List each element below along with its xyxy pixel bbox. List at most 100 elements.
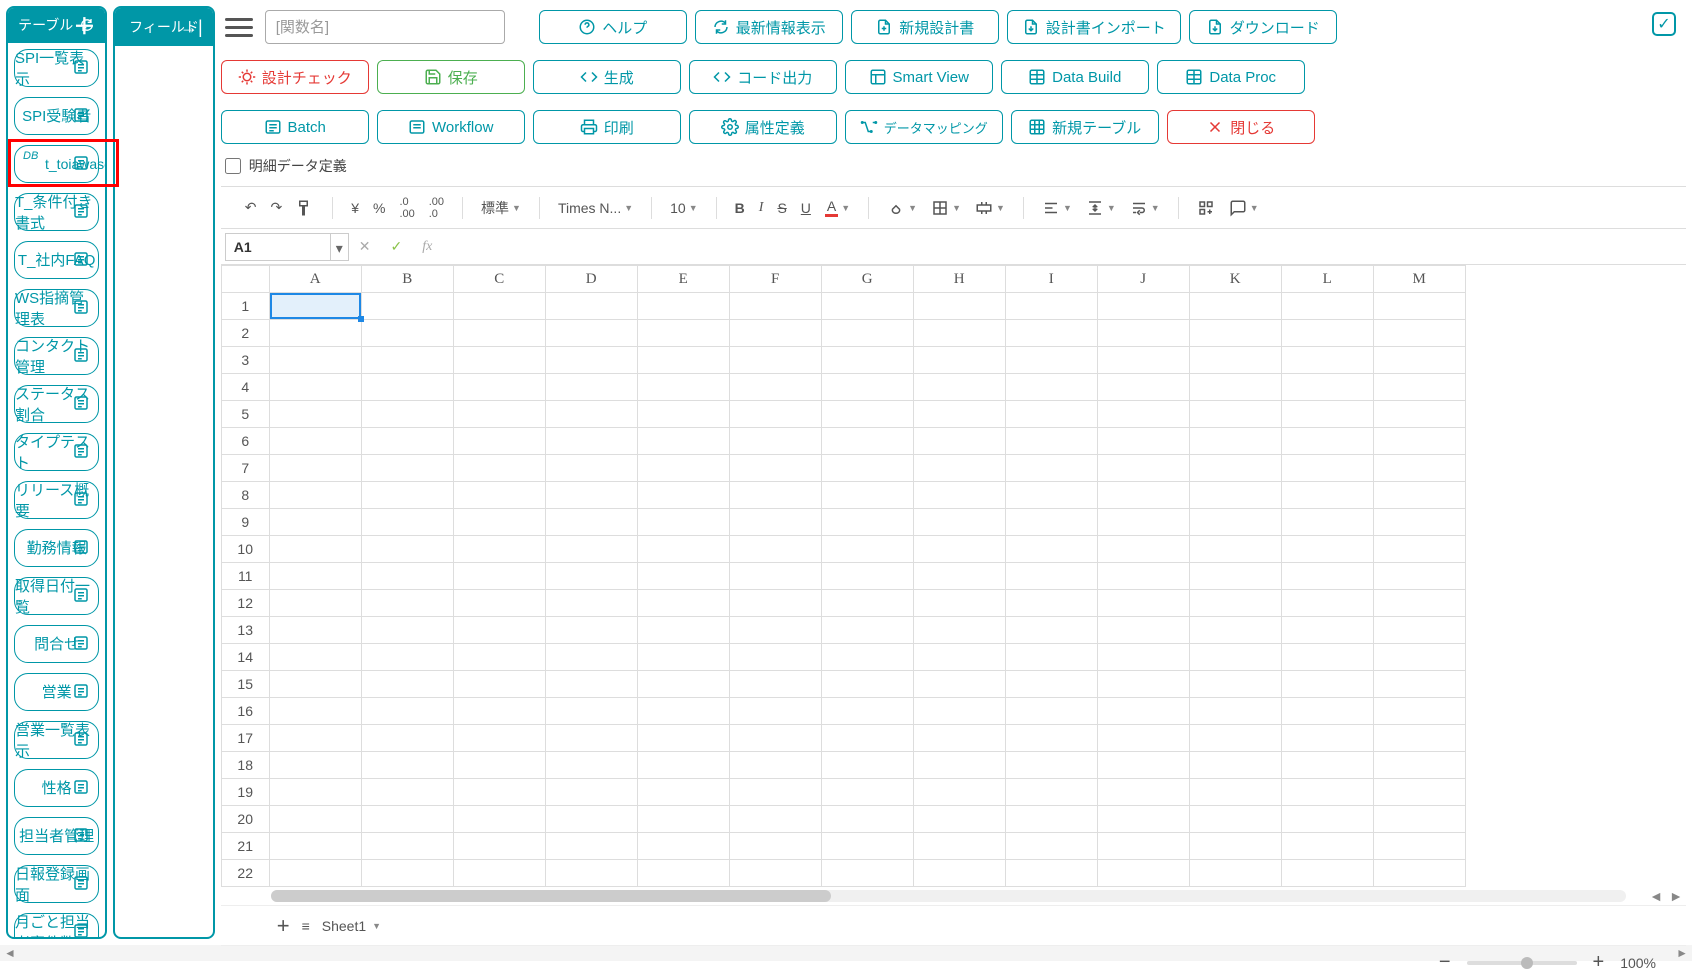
cell[interactable] <box>361 725 453 752</box>
cancel-formula-icon[interactable]: ✕ <box>349 238 381 255</box>
cell[interactable] <box>1373 779 1465 806</box>
cell[interactable] <box>1281 536 1373 563</box>
cell[interactable] <box>1281 374 1373 401</box>
cell[interactable] <box>453 320 545 347</box>
cell[interactable] <box>729 563 821 590</box>
cell[interactable] <box>361 860 453 887</box>
cell[interactable] <box>1373 698 1465 725</box>
cell[interactable] <box>1189 509 1281 536</box>
cell[interactable] <box>637 590 729 617</box>
cell[interactable] <box>453 293 545 320</box>
cell[interactable] <box>361 617 453 644</box>
cell[interactable] <box>453 752 545 779</box>
cell[interactable] <box>361 401 453 428</box>
cell[interactable] <box>821 374 913 401</box>
cell[interactable] <box>637 428 729 455</box>
sheet-list-icon[interactable]: ≡ <box>302 918 310 934</box>
cell[interactable] <box>1373 752 1465 779</box>
cell[interactable] <box>1281 482 1373 509</box>
new-table-button[interactable]: 新規テーブル <box>1011 110 1159 144</box>
row-header[interactable]: 7 <box>221 455 269 482</box>
row-header[interactable]: 19 <box>221 779 269 806</box>
refresh-button[interactable]: 最新情報表示 <box>695 10 843 44</box>
page-scroll-left-icon[interactable]: ◄ <box>4 946 16 960</box>
cell[interactable] <box>913 428 1005 455</box>
table-item[interactable]: 取得日付一覧 <box>14 577 99 615</box>
cell[interactable] <box>1005 833 1097 860</box>
cell[interactable] <box>1189 401 1281 428</box>
help-button[interactable]: ヘルプ <box>539 10 687 44</box>
cell[interactable] <box>913 347 1005 374</box>
detail-icon[interactable] <box>72 490 90 512</box>
cell[interactable] <box>1189 347 1281 374</box>
row-header[interactable]: 16 <box>221 698 269 725</box>
cell[interactable] <box>1189 482 1281 509</box>
cell[interactable] <box>269 563 361 590</box>
cell[interactable] <box>269 725 361 752</box>
accept-formula-icon[interactable]: ✓ <box>380 238 412 255</box>
cell[interactable] <box>269 509 361 536</box>
cell[interactable] <box>637 401 729 428</box>
col-header[interactable]: C <box>453 266 545 293</box>
detail-icon[interactable] <box>72 202 90 224</box>
cell[interactable] <box>637 617 729 644</box>
table-item[interactable]: ステータス割合 <box>14 385 99 423</box>
cell[interactable] <box>1281 617 1373 644</box>
table-item[interactable]: 営業 <box>14 673 99 711</box>
close-button[interactable]: 閉じる <box>1167 110 1315 144</box>
cell[interactable] <box>1373 833 1465 860</box>
cell[interactable] <box>361 752 453 779</box>
cell[interactable] <box>1373 509 1465 536</box>
cell[interactable] <box>913 482 1005 509</box>
cell[interactable] <box>1373 563 1465 590</box>
import-button[interactable]: 設計書インポート <box>1007 10 1181 44</box>
cell[interactable] <box>1373 671 1465 698</box>
cell[interactable] <box>1189 320 1281 347</box>
cell[interactable] <box>729 428 821 455</box>
cell[interactable] <box>1097 671 1189 698</box>
cell[interactable] <box>637 806 729 833</box>
cell[interactable] <box>1005 509 1097 536</box>
detail-icon[interactable] <box>72 106 90 128</box>
table-item[interactable]: 日報登録画面 <box>14 865 99 903</box>
cell[interactable] <box>1097 347 1189 374</box>
collapse-icon[interactable]: →| <box>180 17 203 38</box>
cell[interactable] <box>1005 671 1097 698</box>
cell[interactable] <box>637 347 729 374</box>
cell[interactable] <box>1189 536 1281 563</box>
cell[interactable] <box>1189 455 1281 482</box>
cell[interactable] <box>1005 644 1097 671</box>
cell[interactable] <box>821 698 913 725</box>
cell[interactable] <box>1189 563 1281 590</box>
cell[interactable] <box>545 725 637 752</box>
cell[interactable] <box>361 320 453 347</box>
row-header[interactable]: 15 <box>221 671 269 698</box>
cell[interactable] <box>1281 347 1373 374</box>
workflow-button[interactable]: Workflow <box>377 110 525 144</box>
col-header[interactable]: L <box>1281 266 1373 293</box>
cell[interactable] <box>729 374 821 401</box>
cell[interactable] <box>1373 725 1465 752</box>
cell[interactable] <box>361 833 453 860</box>
cell[interactable] <box>1189 833 1281 860</box>
cell[interactable] <box>453 536 545 563</box>
cell[interactable] <box>1281 320 1373 347</box>
cell[interactable] <box>269 617 361 644</box>
cell[interactable] <box>453 563 545 590</box>
detail-icon[interactable] <box>72 394 90 416</box>
table-item[interactable]: コンタクト管理 <box>14 337 99 375</box>
table-item[interactable]: SPI一覧表示 <box>14 49 99 87</box>
cell[interactable] <box>269 374 361 401</box>
cell[interactable] <box>1005 698 1097 725</box>
cell[interactable] <box>1281 833 1373 860</box>
merge-icon[interactable]: ▼ <box>975 199 1005 217</box>
cell[interactable] <box>1005 293 1097 320</box>
detail-icon[interactable] <box>72 250 90 272</box>
cell[interactable] <box>1005 779 1097 806</box>
col-header[interactable]: B <box>361 266 453 293</box>
cell[interactable] <box>1005 752 1097 779</box>
cell[interactable] <box>453 617 545 644</box>
cell[interactable] <box>453 725 545 752</box>
increase-decimal-icon[interactable]: .00.0 <box>429 196 444 220</box>
detail-icon[interactable] <box>72 922 90 937</box>
